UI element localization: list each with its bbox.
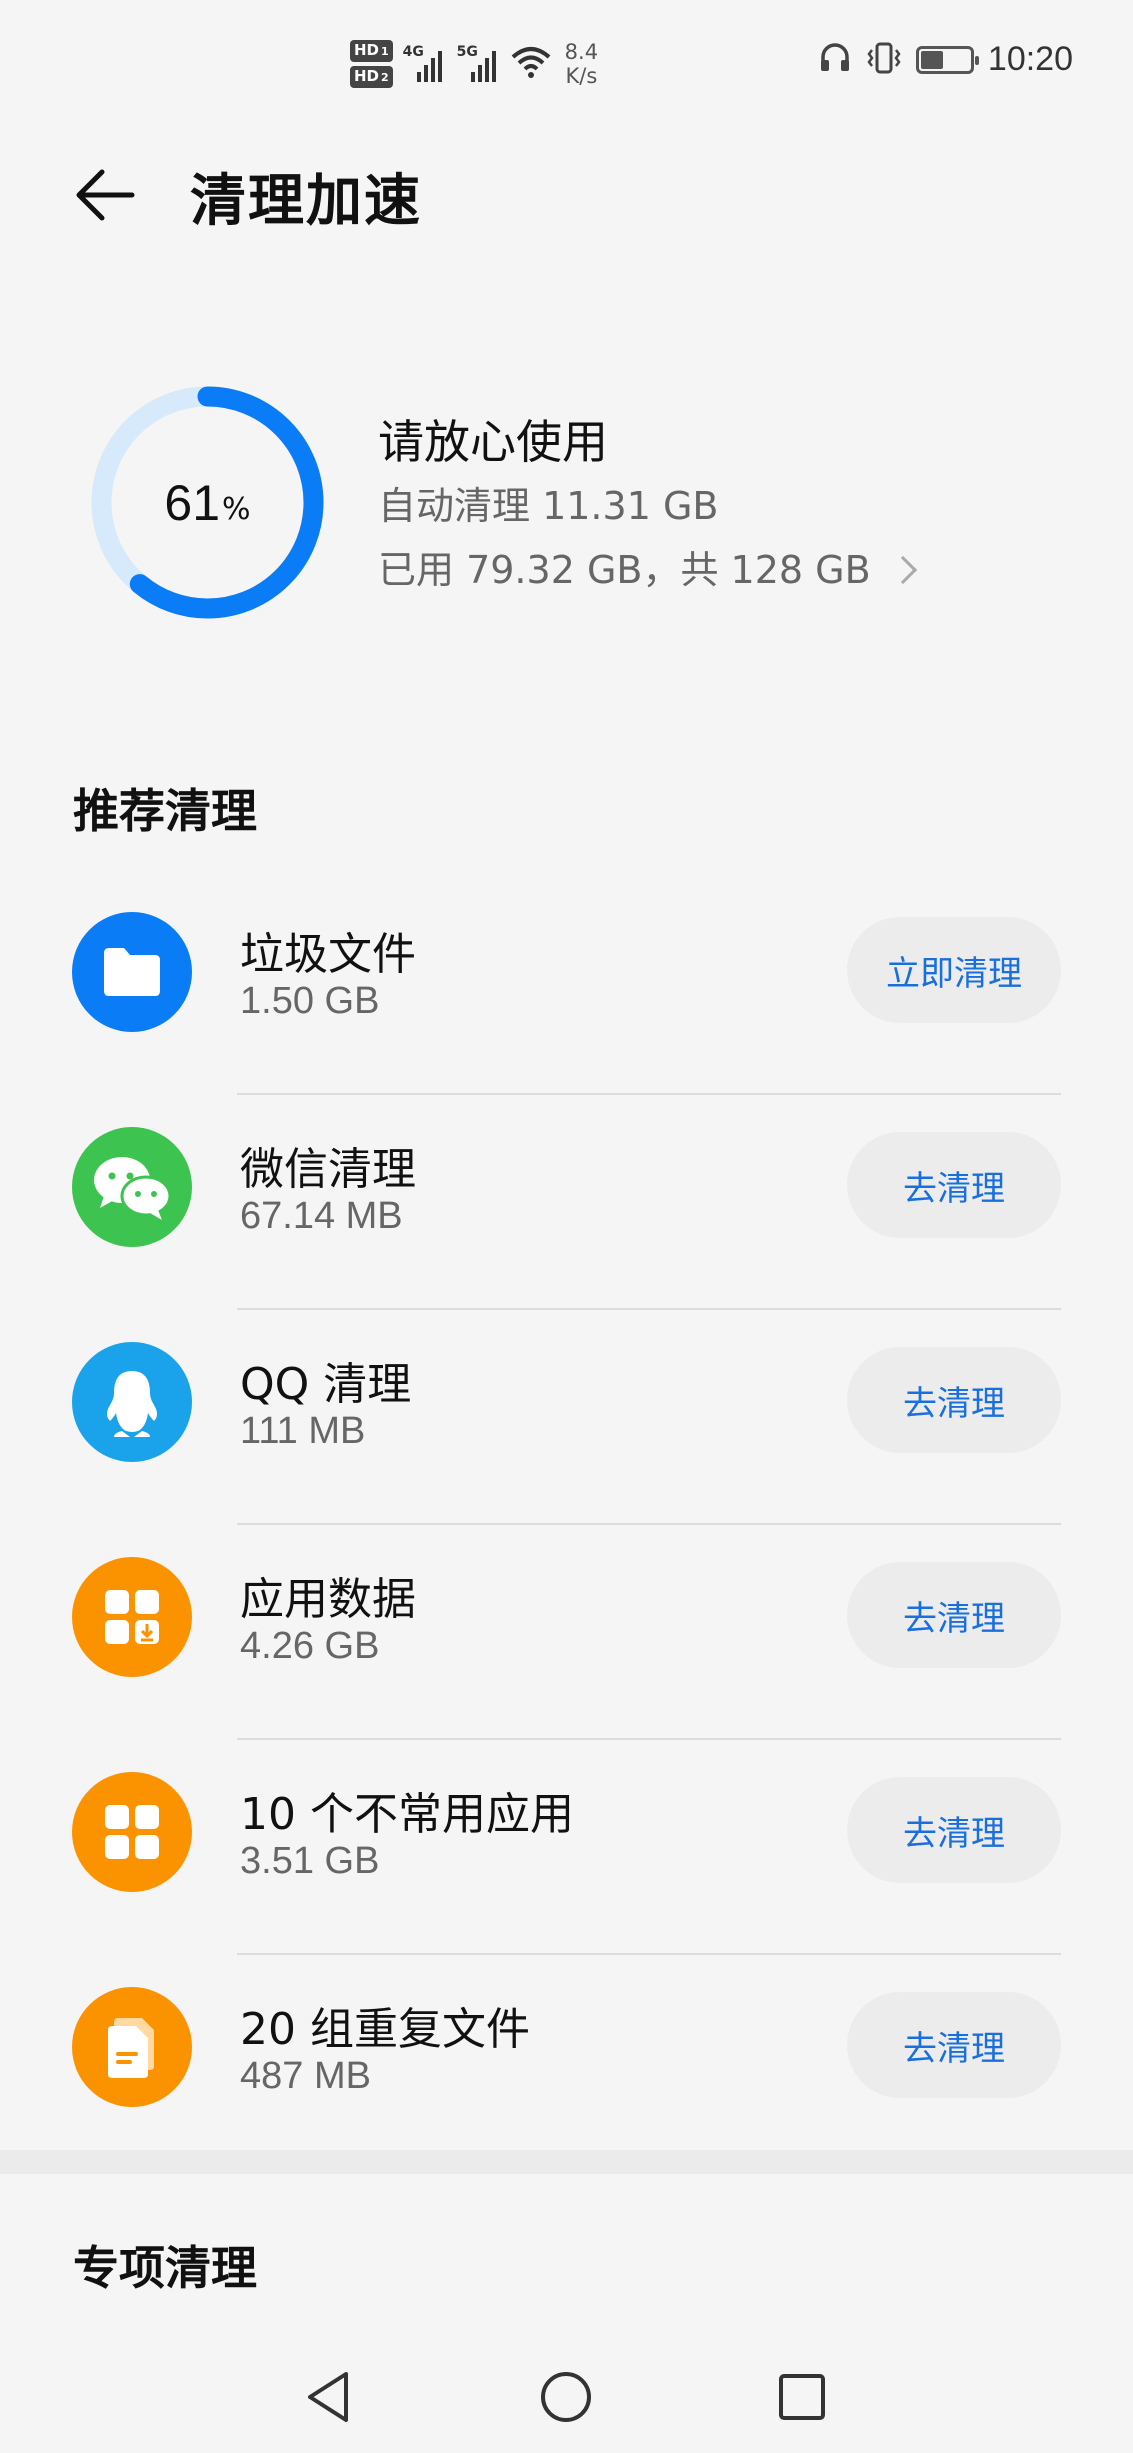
list-item-app-data[interactable]: 应用数据 4.26 GB 去清理 (0, 1525, 1133, 1740)
storage-used-text: 已用 79.32 GB，共 128 GB (378, 548, 871, 592)
status-bar-left: HD 1 HD 2 4G 5G 8.4 K/s (350, 32, 598, 96)
storage-summary: 61 % 请放心使用 自动清理 11.31 GB 已用 79.32 GB，共 1… (0, 380, 1133, 640)
storage-used-info[interactable]: 已用 79.32 GB，共 128 GB (378, 538, 917, 602)
list-item-name: QQ 清理 (240, 1359, 412, 1410)
auto-clean-info: 自动清理 11.31 GB (378, 484, 719, 528)
apps-grid-icon (72, 1772, 192, 1892)
recommended-section-title: 推荐清理 (73, 784, 257, 838)
list-item-name: 应用数据 (240, 1574, 416, 1625)
signal-icon: 5G (457, 44, 501, 84)
list-item-unused-apps[interactable]: 10 个不常用应用 3.51 GB 去清理 (0, 1740, 1133, 1955)
list-item-junk-files[interactable]: 垃圾文件 1.50 GB 立即清理 (0, 880, 1133, 1095)
app-data-icon (72, 1557, 192, 1677)
list-item-size: 111 MB (240, 1410, 366, 1452)
nav-recents-button[interactable] (767, 2362, 837, 2432)
clean-now-button[interactable]: 立即清理 (847, 917, 1061, 1023)
go-clean-button[interactable]: 去清理 (847, 1777, 1061, 1883)
duplicate-files-icon (72, 1987, 192, 2107)
recommended-list: 垃圾文件 1.50 GB 立即清理 微信清理 67.14 MB 去清理 QQ 清… (0, 880, 1133, 2170)
list-item-size: 487 MB (240, 2055, 371, 2097)
back-button[interactable] (60, 150, 150, 240)
go-clean-button[interactable]: 去清理 (847, 1347, 1061, 1453)
wechat-icon (72, 1127, 192, 1247)
chevron-right-icon (888, 555, 917, 585)
status-bar-right: 10:20 (818, 40, 1073, 79)
triangle-back-icon (308, 2372, 348, 2422)
storage-details[interactable]: 请放心使用 自动清理 11.31 GB 已用 79.32 GB，共 128 GB (378, 410, 917, 602)
network-speed: 8.4 K/s (564, 40, 599, 88)
go-clean-button[interactable]: 去清理 (847, 1992, 1061, 2098)
nav-home-button[interactable] (531, 2362, 601, 2432)
list-item-size: 3.51 GB (240, 1840, 380, 1882)
list-item-name: 20 组重复文件 (240, 2004, 530, 2055)
page-title: 清理加速 (190, 169, 422, 234)
hd-indicators: HD 1 HD 2 (350, 40, 393, 88)
battery-level (920, 50, 943, 69)
battery-icon (915, 45, 979, 74)
folder-icon (72, 912, 192, 1032)
go-clean-button[interactable]: 去清理 (847, 1562, 1061, 1668)
list-item-size: 67.14 MB (240, 1195, 403, 1237)
system-nav-bar (0, 2340, 1133, 2453)
hd1-badge: HD 1 (350, 40, 393, 62)
storage-percent-value: 61 (164, 474, 221, 531)
list-item-size: 4.26 GB (240, 1625, 380, 1667)
qq-penguin-icon (72, 1342, 192, 1462)
section-separator (0, 2150, 1133, 2174)
square-recents-icon (779, 2374, 825, 2420)
circle-home-icon (541, 2372, 591, 2422)
list-item-size: 1.50 GB (240, 980, 380, 1022)
back-arrow-icon (76, 169, 135, 221)
storage-percent: 61 % (85, 380, 330, 625)
storage-percent-sign: % (222, 492, 251, 527)
nav-back-button[interactable] (294, 2362, 364, 2432)
app-header: 清理加速 (0, 130, 1133, 250)
hd2-badge: HD 2 (350, 66, 393, 88)
list-item-qq[interactable]: QQ 清理 111 MB 去清理 (0, 1310, 1133, 1525)
signal-icon: 4G (403, 44, 447, 84)
clock: 10:20 (987, 40, 1073, 78)
list-item-name: 微信清理 (240, 1144, 416, 1195)
clean-accelerate-screen: HD 1 HD 2 4G 5G 8.4 K/s 10:20 清理加速 61 % … (0, 0, 1133, 2453)
storage-status: 请放心使用 (378, 415, 608, 469)
list-item-duplicate-files[interactable]: 20 组重复文件 487 MB 去清理 (0, 1955, 1133, 2170)
wifi-icon (511, 45, 551, 83)
list-item-name: 垃圾文件 (240, 929, 416, 980)
list-item-name: 10 个不常用应用 (240, 1789, 574, 1840)
vibrate-icon (866, 41, 902, 79)
list-item-wechat[interactable]: 微信清理 67.14 MB 去清理 (0, 1095, 1133, 1310)
status-bar: HD 1 HD 2 4G 5G 8.4 K/s 10:20 (0, 0, 1133, 120)
special-section-title: 专项清理 (73, 2241, 257, 2295)
go-clean-button[interactable]: 去清理 (847, 1132, 1061, 1238)
headphones-icon (818, 41, 852, 79)
